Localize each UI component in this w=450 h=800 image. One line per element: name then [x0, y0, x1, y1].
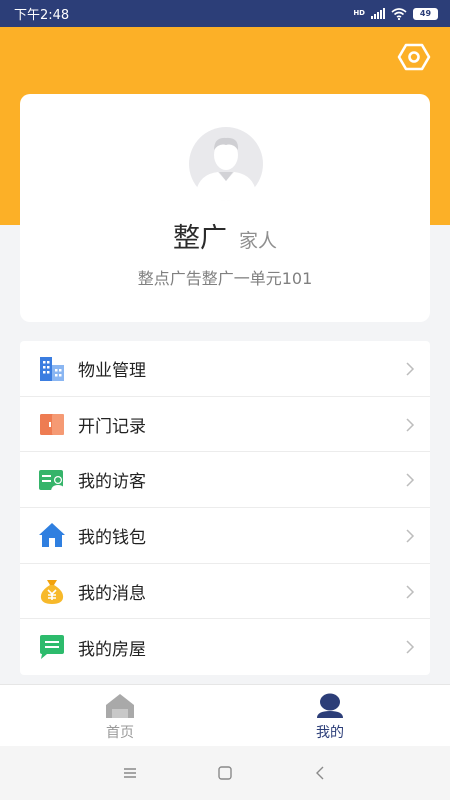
tab-mine[interactable]: 我的: [290, 693, 370, 742]
menu-item-door-records[interactable]: 开门记录: [20, 397, 430, 453]
system-nav-bar: [0, 746, 450, 800]
user-name-line: 整广 家人: [20, 216, 430, 255]
chevron-right-icon: [406, 529, 415, 543]
money-bag-icon: [40, 580, 64, 605]
status-bar: 下午2:48 HD 49: [0, 0, 450, 27]
user-address: 整点广告整广一单元101: [137, 269, 313, 288]
menu-item-my-visitors[interactable]: 我的访客: [20, 452, 430, 509]
home-square-icon[interactable]: [217, 765, 233, 781]
menu-label: 我的房屋: [78, 639, 146, 660]
house-wallet-icon: [39, 523, 65, 548]
network-type: HD: [353, 9, 365, 17]
bottom-tab-bar: 首页 我的: [0, 684, 450, 746]
chevron-right-icon: [406, 362, 415, 376]
tab-mine-label: 我的: [316, 725, 344, 741]
user-icon: [317, 693, 343, 718]
menu-list: 物业管理 开门记录 我的访客 我的钱包 我的消息 我的房屋: [20, 341, 430, 676]
menu-item-property-management[interactable]: 物业管理: [20, 341, 430, 397]
status-time: 下午2:48: [14, 8, 70, 23]
profile-card: 整广 家人 整点广告整广一单元101: [20, 94, 430, 322]
chevron-right-icon: [406, 585, 415, 599]
chevron-right-icon: [406, 473, 415, 487]
signal-icon: [371, 8, 385, 19]
chevron-right-icon: [406, 418, 415, 432]
menu-item-my-house[interactable]: 我的房屋: [20, 619, 430, 675]
wifi-icon: [391, 7, 407, 20]
status-indicators: HD 49: [353, 7, 438, 20]
menu-label: 我的钱包: [78, 527, 146, 548]
hexagon-settings-icon[interactable]: [397, 42, 431, 72]
chevron-right-icon: [406, 640, 415, 654]
user-role: 家人: [238, 230, 277, 252]
chat-bubble-icon: [40, 635, 64, 660]
tab-home-label: 首页: [106, 725, 134, 741]
back-icon[interactable]: [312, 765, 328, 781]
building-icon: [40, 357, 64, 382]
tab-home[interactable]: 首页: [80, 693, 160, 742]
menu-label: 开门记录: [78, 416, 146, 437]
home-icon: [106, 694, 134, 718]
default-user-avatar-icon[interactable]: [186, 127, 266, 201]
menu-item-my-wallet[interactable]: 我的钱包: [20, 508, 430, 564]
visitor-card-icon: [39, 469, 65, 492]
door-icon: [40, 414, 64, 436]
menu-item-my-messages[interactable]: 我的消息: [20, 564, 430, 620]
user-name: 整广: [172, 223, 227, 254]
menu-icon[interactable]: [122, 765, 138, 781]
menu-label: 我的消息: [78, 583, 146, 604]
menu-label: 物业管理: [78, 360, 146, 381]
battery-level: 49: [413, 7, 438, 20]
menu-label: 我的访客: [78, 472, 146, 493]
